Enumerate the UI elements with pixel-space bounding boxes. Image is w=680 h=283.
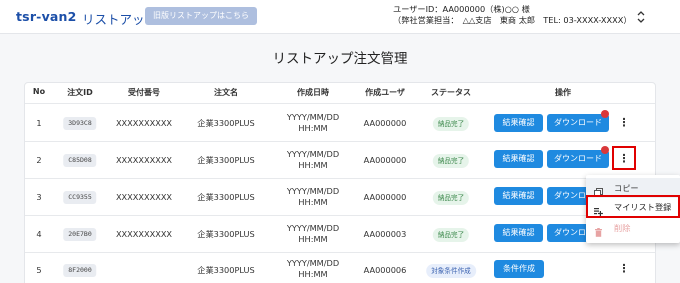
notification-dot-icon: [601, 146, 609, 154]
order-name: 企業3300PLUS: [197, 192, 255, 202]
user-id-text: ユーザーID：AA000000（株)○○ 様: [393, 4, 530, 14]
created-time: HH:MM: [298, 160, 328, 170]
col-header-order-name: 注文名: [214, 88, 238, 97]
created-user: AA000000: [363, 118, 407, 128]
download-button[interactable]: ダウンロード: [547, 114, 609, 132]
created-time: HH:MM: [298, 197, 328, 207]
row-divider: [25, 252, 655, 253]
old-version-button[interactable]: 旧版リストアップはこちら: [145, 7, 257, 25]
app-header: tsr-van2 リストアップ 旧版リストアップはこちら ユーザーID：AA00…: [0, 0, 680, 34]
created-user: AA000006: [363, 265, 407, 275]
status-badge: 納品完了: [432, 154, 470, 168]
row-divider: [25, 141, 655, 142]
order-name: 企業3300PLUS: [197, 118, 255, 128]
receipt-number: XXXXXXXXXX: [115, 229, 173, 239]
order-name: 企業3300PLUS: [197, 265, 255, 275]
receipt-number: XXXXXXXXXX: [115, 155, 173, 165]
order-name: 企業3300PLUS: [197, 155, 255, 165]
brand-logo[interactable]: tsr-van2: [16, 9, 77, 24]
download-button[interactable]: ダウンロード: [547, 150, 609, 168]
status-badge: 納品完了: [432, 117, 470, 131]
status-badge: 対象条件作成: [426, 264, 476, 278]
col-header-status: ステータス: [431, 88, 471, 97]
col-header-created-user: 作成ユーザ: [365, 88, 405, 97]
row-divider: [25, 103, 655, 104]
created-datetime: YYYY/MM/DD HH:MM: [283, 112, 343, 134]
row-divider: [25, 215, 655, 216]
col-header-created-at: 作成日時: [297, 88, 329, 97]
created-datetime: YYYY/MM/DD HH:MM: [283, 186, 343, 208]
order-id-chip: 3D93C8: [63, 117, 97, 130]
result-check-button[interactable]: 結果確認: [494, 150, 543, 168]
menu-item-delete-label: 削除: [614, 223, 631, 233]
result-check-button[interactable]: 結果確認: [494, 114, 543, 132]
col-header-no: No: [32, 87, 46, 96]
page: tsr-van2 リストアップ 旧版リストアップはこちら ユーザーID：AA00…: [0, 0, 680, 283]
account-menu-chevron-icon[interactable]: [636, 10, 646, 24]
created-time: HH:MM: [298, 234, 328, 244]
created-datetime: YYYY/MM/DD HH:MM: [283, 149, 343, 171]
create-condition-button[interactable]: 条件作成: [494, 260, 544, 278]
created-date: YYYY/MM/DD: [286, 149, 340, 159]
created-date: YYYY/MM/DD: [286, 223, 340, 233]
row-no: 3: [36, 192, 42, 202]
created-date: YYYY/MM/DD: [286, 112, 340, 122]
row-more-menu-icon[interactable]: ⋮: [618, 261, 630, 277]
created-date: YYYY/MM/DD: [286, 258, 340, 268]
created-time: HH:MM: [298, 269, 328, 279]
col-header-actions: 操作: [555, 88, 571, 97]
row-no: 5: [36, 265, 42, 275]
copy-icon: [594, 184, 603, 197]
created-date: YYYY/MM/DD: [286, 186, 340, 196]
created-user: AA000000: [363, 192, 407, 202]
row-more-menu-icon[interactable]: ⋮: [618, 115, 630, 131]
result-check-button[interactable]: 結果確認: [494, 224, 543, 242]
trash-icon: [594, 224, 603, 237]
col-header-receipt: 受付番号: [128, 88, 160, 97]
menu-item-delete[interactable]: 削除: [586, 218, 680, 238]
created-datetime: YYYY/MM/DD HH:MM: [283, 223, 343, 245]
mylist-highlight-box: [586, 195, 680, 218]
receipt-number: XXXXXXXXXX: [115, 192, 173, 202]
created-time: HH:MM: [298, 123, 328, 133]
order-name: 企業3300PLUS: [197, 229, 255, 239]
user-info: ユーザーID：AA000000（株)○○ 様 （弊社営業担当： △△支店 東商 …: [393, 4, 632, 26]
result-check-button[interactable]: 結果確認: [494, 187, 543, 205]
kebab-highlight-box: [612, 146, 636, 170]
col-header-order-id: 注文ID: [67, 88, 93, 97]
order-id-chip: CC9355: [63, 191, 97, 204]
order-id-chip: 8F2000: [63, 264, 97, 277]
order-id-chip: 20E7B0: [63, 228, 97, 241]
status-badge: 納品完了: [432, 191, 470, 205]
status-badge: 納品完了: [432, 228, 470, 242]
row-no: 1: [36, 118, 42, 128]
page-title: リストアップ注文管理: [272, 51, 408, 67]
order-id-chip: C85D08: [63, 154, 97, 167]
row-no: 4: [36, 229, 42, 239]
receipt-number: XXXXXXXXXX: [115, 118, 173, 128]
created-user: AA000003: [363, 229, 407, 239]
notification-dot-icon: [601, 110, 609, 118]
row-no: 2: [36, 155, 42, 165]
row-divider: [25, 178, 655, 179]
created-datetime: YYYY/MM/DD HH:MM: [283, 258, 343, 280]
created-user: AA000000: [363, 155, 407, 165]
sales-contact-text: （弊社営業担当： △△支店 東商 太郎 TEL: 03-XXXX-XXXX）: [393, 15, 632, 25]
